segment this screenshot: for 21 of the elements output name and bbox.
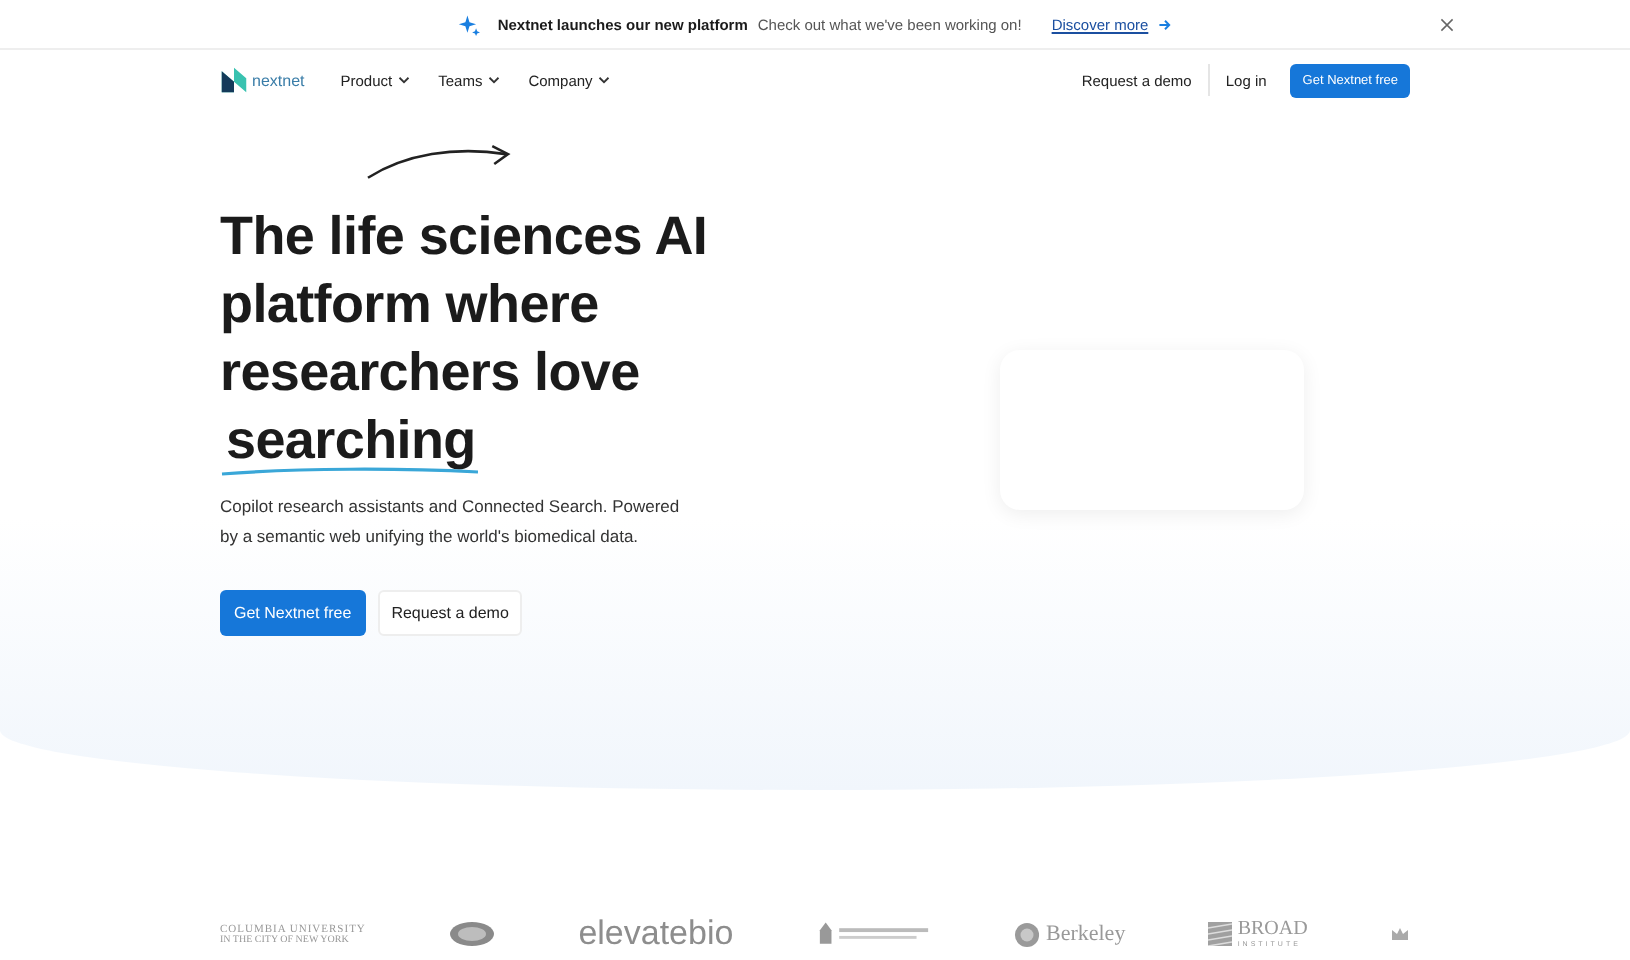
- oval-logo-icon: [448, 920, 497, 948]
- highlighted-word: searching: [226, 410, 476, 470]
- logo-icon[interactable]: [220, 66, 248, 94]
- seal-icon: [1013, 921, 1040, 947]
- logo-wordmark: Berkeley: [1045, 922, 1126, 946]
- caret-icon: [398, 76, 411, 84]
- arrow-right-icon: [1158, 17, 1173, 31]
- caret-icon: [598, 76, 611, 84]
- crown-icon: [1389, 926, 1410, 942]
- caret-icon: [488, 76, 501, 84]
- curved-arrow-icon: [366, 142, 512, 182]
- crest-logo-icon: [815, 920, 932, 948]
- sparkle-icon: [457, 13, 480, 35]
- brand-name[interactable]: nextnet: [252, 71, 305, 89]
- request-demo-button[interactable]: Request a demo: [377, 590, 523, 636]
- striped-square-icon: [1207, 922, 1232, 946]
- close-icon[interactable]: [1440, 17, 1454, 31]
- get-started-button[interactable]: Get Nextnet free: [220, 590, 366, 636]
- logo-wordmark: BROAD: [1237, 920, 1308, 940]
- logo-wordmark: elevatebio: [578, 914, 734, 954]
- hero-description: Copilot research assistants and Connected Search. Powered by a semantic web unifying the world's biomedical data.: [220, 494, 680, 550]
